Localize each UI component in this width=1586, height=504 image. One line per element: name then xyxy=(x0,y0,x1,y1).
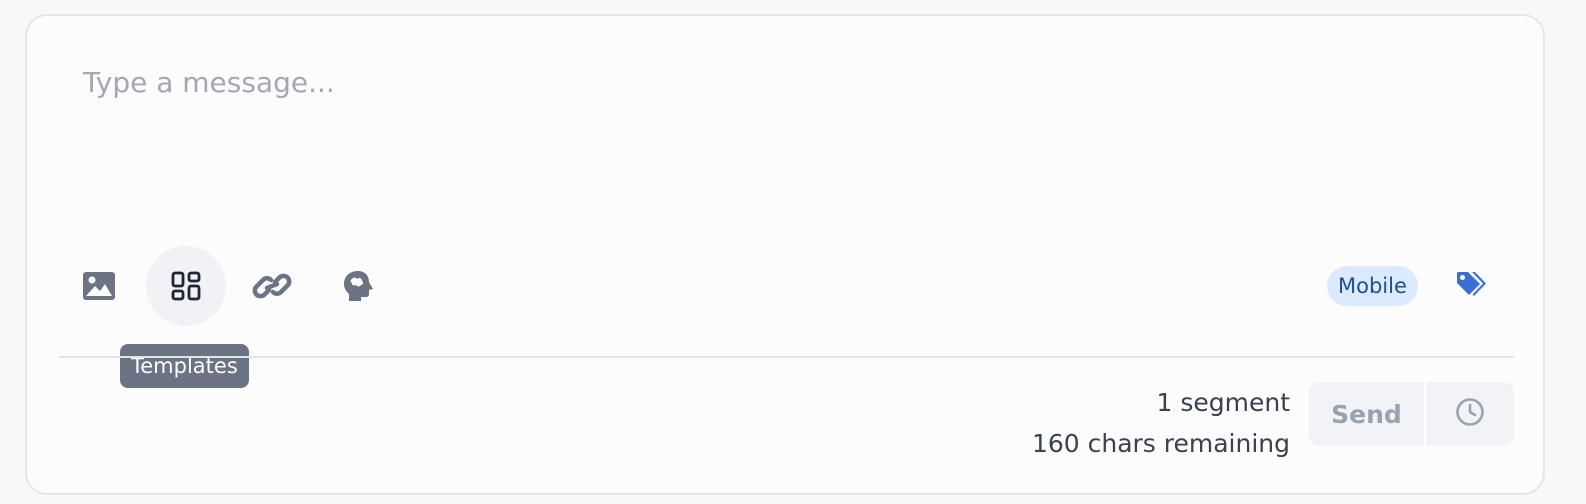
chars-remaining: 160 chars remaining xyxy=(1031,429,1290,458)
ai-button[interactable] xyxy=(319,246,399,326)
channel-badge: Mobile xyxy=(1327,266,1418,306)
divider xyxy=(59,356,1514,358)
send-button[interactable]: Send xyxy=(1309,382,1424,446)
templates-button[interactable] xyxy=(146,246,226,326)
character-counter: 1 segment 160 chars remaining xyxy=(1032,382,1290,464)
message-input[interactable] xyxy=(83,66,1503,216)
image-button[interactable] xyxy=(59,246,139,326)
segment-count: 1 segment xyxy=(1156,388,1290,417)
templates-tooltip: Templates xyxy=(120,344,249,388)
ai-brain-icon xyxy=(341,269,377,303)
image-icon xyxy=(82,271,116,301)
link-icon xyxy=(252,269,292,303)
send-group: Send xyxy=(1309,382,1514,446)
templates-icon xyxy=(171,271,201,301)
schedule-button[interactable] xyxy=(1426,382,1514,446)
clock-icon xyxy=(1455,397,1485,431)
link-button[interactable] xyxy=(232,246,312,326)
message-composer: Templates Mobile 1 segment 160 chars rem… xyxy=(25,14,1545,495)
tags-icon[interactable] xyxy=(1455,270,1489,304)
